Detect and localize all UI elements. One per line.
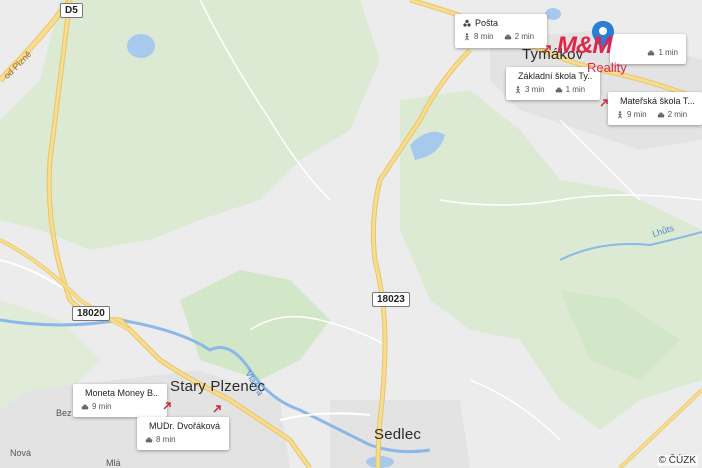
car-icon: [504, 34, 511, 39]
poi-card-title: Moneta Money B...: [85, 388, 159, 398]
car-icon: [145, 437, 153, 442]
poi-marker-mudr[interactable]: [213, 405, 221, 413]
poi-marker-moneta[interactable]: [163, 402, 171, 410]
walk-time: 9 min: [627, 110, 647, 119]
map-copyright: © ČÚZK: [656, 455, 698, 466]
poi-card-title: Mateřská škola T...: [620, 96, 694, 106]
walk-icon: [465, 32, 469, 40]
car-icon: [648, 50, 655, 55]
poi-card-posta[interactable]: Pošta 8 min 2 min: [455, 14, 547, 48]
walk-time: 8 min: [474, 32, 494, 41]
poi-card-materska-skola[interactable]: Mateřská škola T... 9 min 2 min: [608, 92, 702, 125]
road-shield-18023: 18023: [372, 292, 410, 307]
car-time: 9 min: [92, 402, 112, 411]
brand-logo: M&M Reality: [557, 20, 637, 78]
post-icon: [463, 19, 471, 27]
car-time: 1 min: [658, 48, 678, 57]
place-label-plzenec-prefix: Stary: [170, 378, 207, 395]
car-icon: [81, 404, 89, 409]
road-shield-18020: 18020: [72, 306, 110, 321]
walk-icon: [516, 85, 520, 93]
walk-time: 3 min: [525, 85, 545, 94]
place-label-mlada: Mlá: [106, 458, 121, 468]
car-icon: [555, 87, 562, 92]
poi-card-title: Pošta: [475, 18, 499, 28]
car-time: 8 min: [156, 435, 176, 444]
place-label-bez: Bez: [56, 408, 72, 418]
poi-card-mudr-dvorakova[interactable]: MUDr. Dvořáková... 8 min: [137, 417, 229, 450]
brand-logo-sub: Reality: [587, 60, 627, 75]
walk-icon: [618, 110, 622, 118]
car-icon: [657, 112, 664, 117]
road-shield-d5: D5: [60, 3, 83, 18]
brand-logo-text: M&M: [557, 32, 612, 59]
car-time: 2 min: [514, 32, 535, 41]
poi-marker-posta[interactable]: [543, 45, 551, 53]
poi-marker-skola[interactable]: [600, 99, 608, 107]
poi-card-title: MUDr. Dvořáková...: [149, 421, 221, 431]
place-label-nova: Nová: [10, 448, 32, 458]
car-time: 2 min: [667, 110, 688, 119]
place-label-sedlec: Sedlec: [374, 426, 422, 443]
map-canvas[interactable]: D5 18020 18023 Tymákov Stary Plzenec Sed…: [0, 0, 702, 468]
car-time: 1 min: [565, 85, 586, 94]
poi-card-moneta[interactable]: Moneta Money B... 9 min: [73, 384, 167, 417]
